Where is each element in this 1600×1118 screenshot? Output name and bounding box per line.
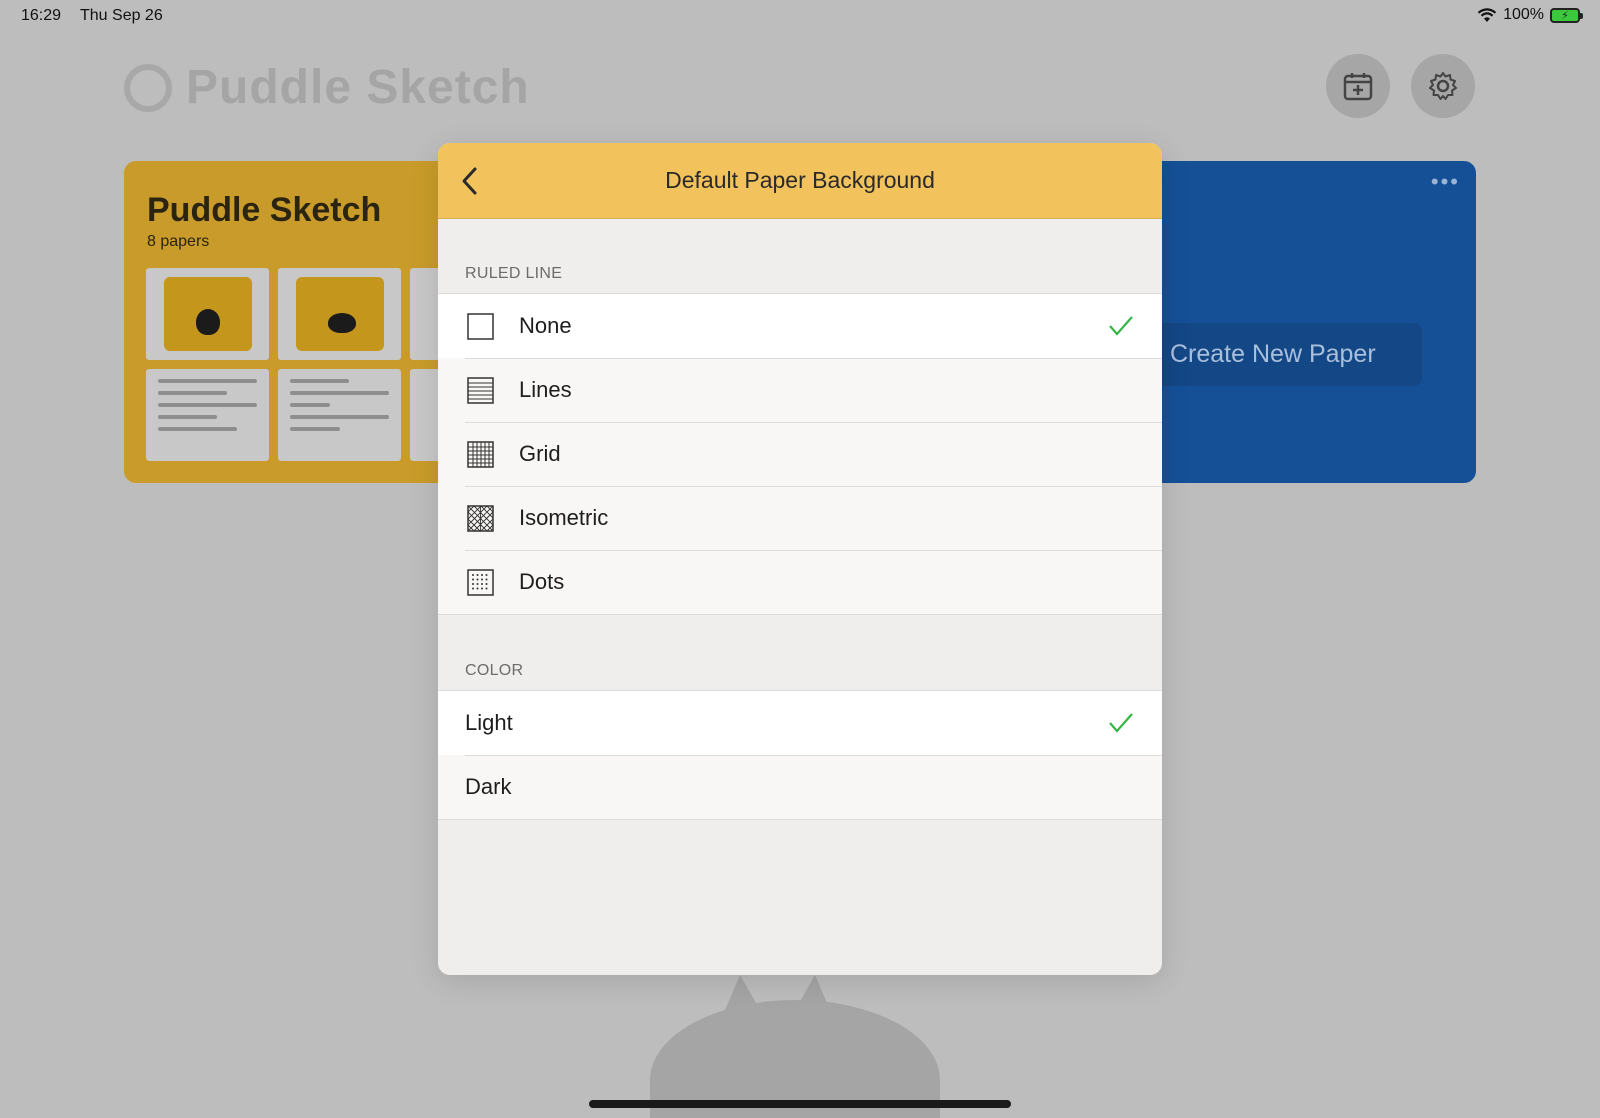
logo-ring-icon xyxy=(124,63,172,112)
calendar-plus-icon xyxy=(1343,73,1373,101)
paper-thumbnail[interactable] xyxy=(146,369,269,461)
home-indicator xyxy=(589,1100,1011,1108)
option-dark[interactable]: Dark xyxy=(438,755,1162,819)
ruled-line-list: None Lines Grid Isometric Dots xyxy=(438,293,1162,615)
notebook-card[interactable]: Puddle Sketch 8 papers xyxy=(124,161,484,483)
modal-header: Default Paper Background xyxy=(438,143,1162,219)
wifi-icon xyxy=(1477,7,1497,22)
section-header-color: COLOR xyxy=(465,662,524,679)
new-calendar-button[interactable] xyxy=(1326,54,1390,118)
option-light[interactable]: Light xyxy=(438,691,1162,755)
status-bar: 16:29 Thu Sep 26 100% ⚡ xyxy=(0,0,1600,32)
battery-icon: ⚡ xyxy=(1550,7,1583,23)
modal-title: Default Paper Background xyxy=(665,167,935,193)
more-options-icon[interactable]: ••• xyxy=(1431,169,1460,195)
option-dots[interactable]: Dots xyxy=(438,550,1162,614)
option-label: Grid xyxy=(519,441,561,466)
paper-thumbnail[interactable] xyxy=(278,369,401,461)
dots-icon xyxy=(467,569,494,596)
option-grid[interactable]: Grid xyxy=(438,422,1162,486)
status-date: Thu Sep 26 xyxy=(80,7,163,24)
isometric-icon xyxy=(467,505,494,532)
paper-thumbnail[interactable] xyxy=(278,268,401,360)
color-list: Light Dark xyxy=(438,690,1162,820)
section-header-ruled-line: RULED LINE xyxy=(465,265,563,282)
option-label: Dots xyxy=(519,569,565,594)
checkmark-icon xyxy=(1109,316,1133,336)
paper-background-modal: Default Paper Background RULED LINE None… xyxy=(438,143,1162,975)
option-label: Dark xyxy=(465,774,512,799)
option-none[interactable]: None xyxy=(438,294,1162,358)
create-new-paper-button[interactable]: Create New Paper xyxy=(1150,323,1422,386)
settings-button[interactable] xyxy=(1411,54,1475,118)
option-label: None xyxy=(519,313,572,338)
blank-square-icon xyxy=(467,313,494,340)
option-label: Lines xyxy=(519,377,572,402)
option-label: Light xyxy=(465,710,513,735)
gear-icon xyxy=(1429,72,1457,100)
battery-percent: 100% xyxy=(1503,6,1544,23)
notebook-count: 8 papers xyxy=(147,233,210,250)
option-lines[interactable]: Lines xyxy=(438,358,1162,422)
new-paper-card: ••• Create New Paper xyxy=(1150,161,1476,483)
cat-drawing-icon xyxy=(195,309,220,335)
grid-icon xyxy=(467,441,494,468)
checkmark-icon xyxy=(1109,713,1133,733)
app-logo: Puddle Sketch xyxy=(124,60,530,115)
paper-thumbnail[interactable] xyxy=(146,268,269,360)
status-indicators: 100% ⚡ xyxy=(1477,6,1583,24)
cat-drawing-icon xyxy=(327,313,356,333)
option-isometric[interactable]: Isometric xyxy=(438,486,1162,550)
option-label: Isometric xyxy=(519,505,609,530)
status-time: 16:29 xyxy=(21,7,62,24)
lines-icon xyxy=(467,377,494,404)
app-title: Puddle Sketch xyxy=(186,61,530,114)
notebook-title: Puddle Sketch xyxy=(147,191,382,229)
